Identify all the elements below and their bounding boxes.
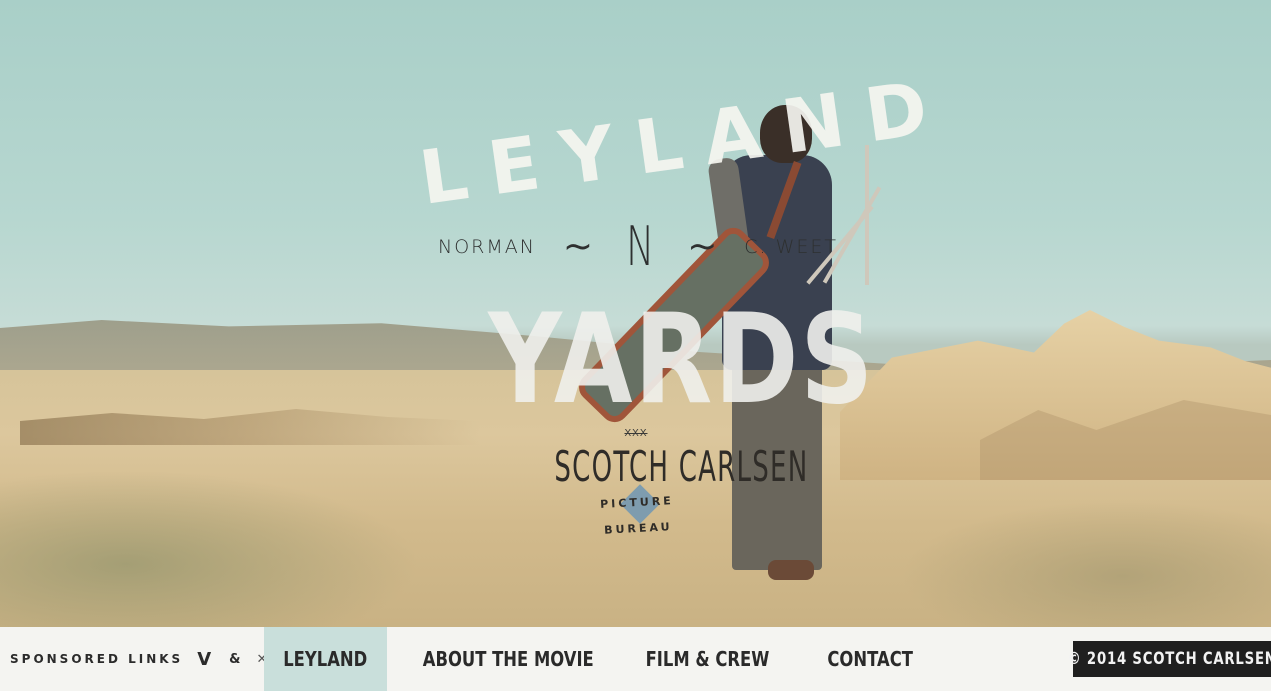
figure-shoe [768, 560, 814, 580]
studio-mark: XXX [624, 428, 648, 439]
tilde-right: ~ [687, 226, 718, 267]
nav-about-the-movie[interactable]: ABOUT THE MOVIE [420, 627, 596, 691]
hero-background: LEYLAND NORMAN ~ N ~ C. WEET YARDS XXX S… [0, 0, 1271, 627]
nav-label: ABOUT THE MOVIE [422, 647, 594, 671]
nav-label: FILM & CREW [645, 647, 769, 671]
brush-left [0, 470, 420, 627]
vimeo-icon[interactable]: V [197, 649, 211, 670]
credit-row: NORMAN ~ N ~ C. WEET [438, 220, 838, 274]
nav-label: CONTACT [827, 647, 913, 671]
copyright-text: © 2014 SCOTCH CARLSEN [1067, 649, 1271, 669]
ampersand: & [229, 651, 241, 667]
sponsored-label: SPONSORED LINKS [10, 652, 184, 666]
credit-left: NORMAN [438, 236, 536, 258]
studio-name: SCOTCH CARLSEN [554, 442, 809, 491]
monogram: N [625, 215, 655, 278]
sponsored-links: SPONSORED LINKS V & ✕c [10, 627, 274, 691]
nav-leyland[interactable]: LEYLAND [264, 627, 387, 691]
copyright-badge: © 2014 SCOTCH CARLSEN [1067, 641, 1271, 677]
credit-right: C. WEET [744, 236, 838, 258]
brush-right [900, 500, 1271, 627]
nav-contact[interactable]: CONTACT [818, 627, 922, 691]
tilde-left: ~ [562, 226, 594, 267]
movie-title-bottom: YARDS [488, 288, 876, 432]
nav-film-crew[interactable]: FILM & CREW [636, 627, 778, 691]
nav-label: LEYLAND [283, 647, 368, 671]
